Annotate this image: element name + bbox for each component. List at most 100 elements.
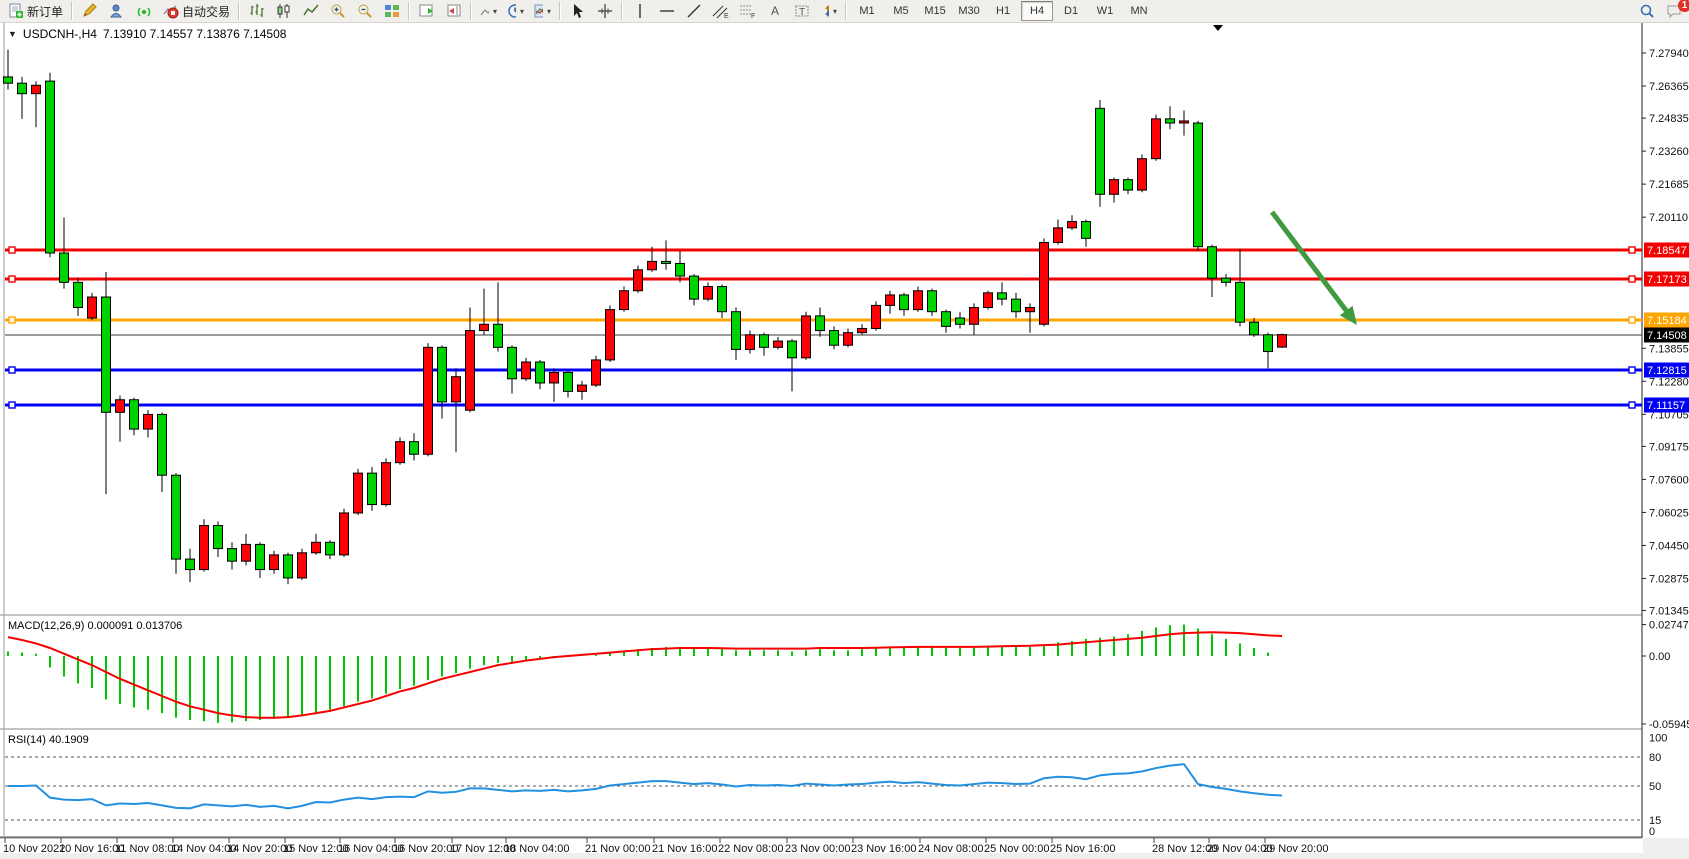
candlestick-mode-icon[interactable] — [270, 2, 297, 21]
time-tick-label: 18 Nov 04:00 — [504, 843, 569, 855]
search-icon[interactable] — [1633, 2, 1660, 21]
bear-candle — [130, 400, 139, 429]
price-tick-label: 7.13855 — [1649, 343, 1689, 355]
bull-candle — [970, 308, 979, 325]
metaeditor-icon[interactable] — [76, 2, 103, 21]
text-label-tool-icon[interactable]: T — [788, 2, 815, 21]
new-order-label: 新订单 — [27, 3, 63, 20]
time-tick-label: 10 Nov 2022 — [3, 843, 65, 855]
line-price-label: 7.11157 — [1647, 400, 1685, 412]
bull-candle — [1180, 121, 1189, 123]
time-tick-label: 21 Nov 16:00 — [652, 843, 717, 855]
timeframe-button-m15[interactable]: M15 — [919, 1, 951, 21]
bull-candle — [354, 473, 363, 513]
timeframe-button-m1[interactable]: M1 — [851, 1, 883, 21]
bull-candle — [802, 316, 811, 358]
line-price-label: 7.18547 — [1647, 245, 1687, 257]
toolbar-separator — [238, 2, 240, 20]
time-tick-label: 22 Nov 08:00 — [718, 843, 783, 855]
timeframe-button-w1[interactable]: W1 — [1089, 1, 1121, 21]
indicators-icon[interactable]: ▾ — [475, 2, 502, 21]
toolbar-separator — [559, 2, 561, 20]
community-icon[interactable] — [103, 2, 130, 21]
chat-icon[interactable]: 1 — [1660, 2, 1687, 21]
toolbar-separator — [470, 2, 472, 20]
bull-candle — [1026, 308, 1035, 312]
line-chart-mode-icon[interactable] — [297, 2, 324, 21]
bear-candle — [102, 297, 111, 412]
new-order-icon — [7, 3, 24, 20]
fibonacci-tool-icon[interactable]: F — [734, 2, 761, 21]
bear-candle — [368, 473, 377, 504]
signals-icon[interactable] — [130, 2, 157, 21]
macd-axis-label: 0.00 — [1649, 651, 1670, 663]
bear-candle — [60, 253, 69, 282]
rsi-axis-label: 100 — [1649, 733, 1667, 745]
trendline-tool-icon[interactable] — [680, 2, 707, 21]
bear-candle — [942, 312, 951, 327]
timeframe-button-mn[interactable]: MN — [1123, 1, 1155, 21]
horizontal-line-tool-icon[interactable] — [653, 2, 680, 21]
chart-canvas[interactable]: 7.279407.263657.248357.232607.216857.201… — [0, 0, 1689, 859]
bear-candle — [1166, 119, 1175, 123]
bear-candle — [186, 559, 195, 569]
bull-candle — [634, 270, 643, 291]
templates-icon[interactable]: ▾ — [529, 2, 556, 21]
bull-candle — [648, 261, 657, 269]
channel-tool-icon[interactable]: E — [707, 2, 734, 21]
bear-candle — [1222, 278, 1231, 282]
chart-shift-icon[interactable] — [440, 2, 467, 21]
bear-candle — [4, 77, 13, 83]
bull-candle — [1110, 180, 1119, 195]
line-price-label: 7.14508 — [1647, 330, 1687, 342]
bear-candle — [1236, 282, 1245, 322]
time-tick-label: 23 Nov 00:00 — [785, 843, 850, 855]
text-tool-icon[interactable]: A — [761, 2, 788, 21]
chart-collapse-icon[interactable]: ▼ — [8, 29, 17, 39]
rsi-axis-label: 80 — [1649, 752, 1661, 764]
arrows-tool-icon[interactable]: ▾ — [815, 2, 842, 21]
svg-text:E: E — [724, 13, 729, 19]
price-tick-label: 7.23260 — [1649, 146, 1689, 158]
line-price-label: 7.17173 — [1647, 274, 1687, 286]
bull-candle — [1054, 228, 1063, 243]
bear-candle — [1082, 222, 1091, 239]
svg-text:A: A — [771, 4, 779, 18]
price-tick-label: 7.21685 — [1649, 179, 1689, 191]
timeframe-button-h4[interactable]: H4 — [1021, 1, 1053, 21]
timeframe-button-d1[interactable]: D1 — [1055, 1, 1087, 21]
bull-candle — [480, 324, 489, 330]
rsi-axis-label: 50 — [1649, 781, 1661, 793]
timeframe-group: M1M5M15M30H1H4D1W1MN — [850, 1, 1156, 21]
bear-candle — [536, 362, 545, 383]
bull-candle — [858, 328, 867, 332]
bear-candle — [1264, 335, 1273, 352]
tile-windows-icon[interactable] — [378, 2, 405, 21]
timeframe-button-m5[interactable]: M5 — [885, 1, 917, 21]
bull-candle — [984, 293, 993, 308]
time-tick-label: 16 Nov 20:00 — [393, 843, 458, 855]
zoom-in-icon[interactable] — [324, 2, 351, 21]
timeframe-button-m30[interactable]: M30 — [953, 1, 985, 21]
periods-icon[interactable]: ▾ — [502, 2, 529, 21]
bull-candle — [396, 442, 405, 463]
new-order-button[interactable]: 新订单 — [2, 0, 68, 22]
bear-candle — [256, 544, 265, 569]
bear-candle — [1250, 322, 1259, 335]
crosshair-icon[interactable] — [591, 2, 618, 21]
bear-candle — [1194, 123, 1203, 247]
zoom-out-icon[interactable] — [351, 2, 378, 21]
chart-symbol-period: USDCNH-,H4 — [23, 27, 97, 41]
cursor-icon[interactable] — [564, 2, 591, 21]
bull-candle — [270, 555, 279, 570]
bull-candle — [746, 335, 755, 350]
bar-chart-mode-icon[interactable] — [243, 2, 270, 21]
auto-scroll-icon[interactable] — [413, 2, 440, 21]
vertical-line-tool-icon[interactable] — [626, 2, 653, 21]
toolbar-separator — [845, 2, 847, 20]
bull-candle — [1138, 159, 1147, 190]
timeframe-button-h1[interactable]: H1 — [987, 1, 1019, 21]
auto-trading-button[interactable]: 自动交易 — [157, 0, 235, 22]
bull-candle — [1278, 335, 1287, 348]
bull-candle — [550, 372, 559, 382]
